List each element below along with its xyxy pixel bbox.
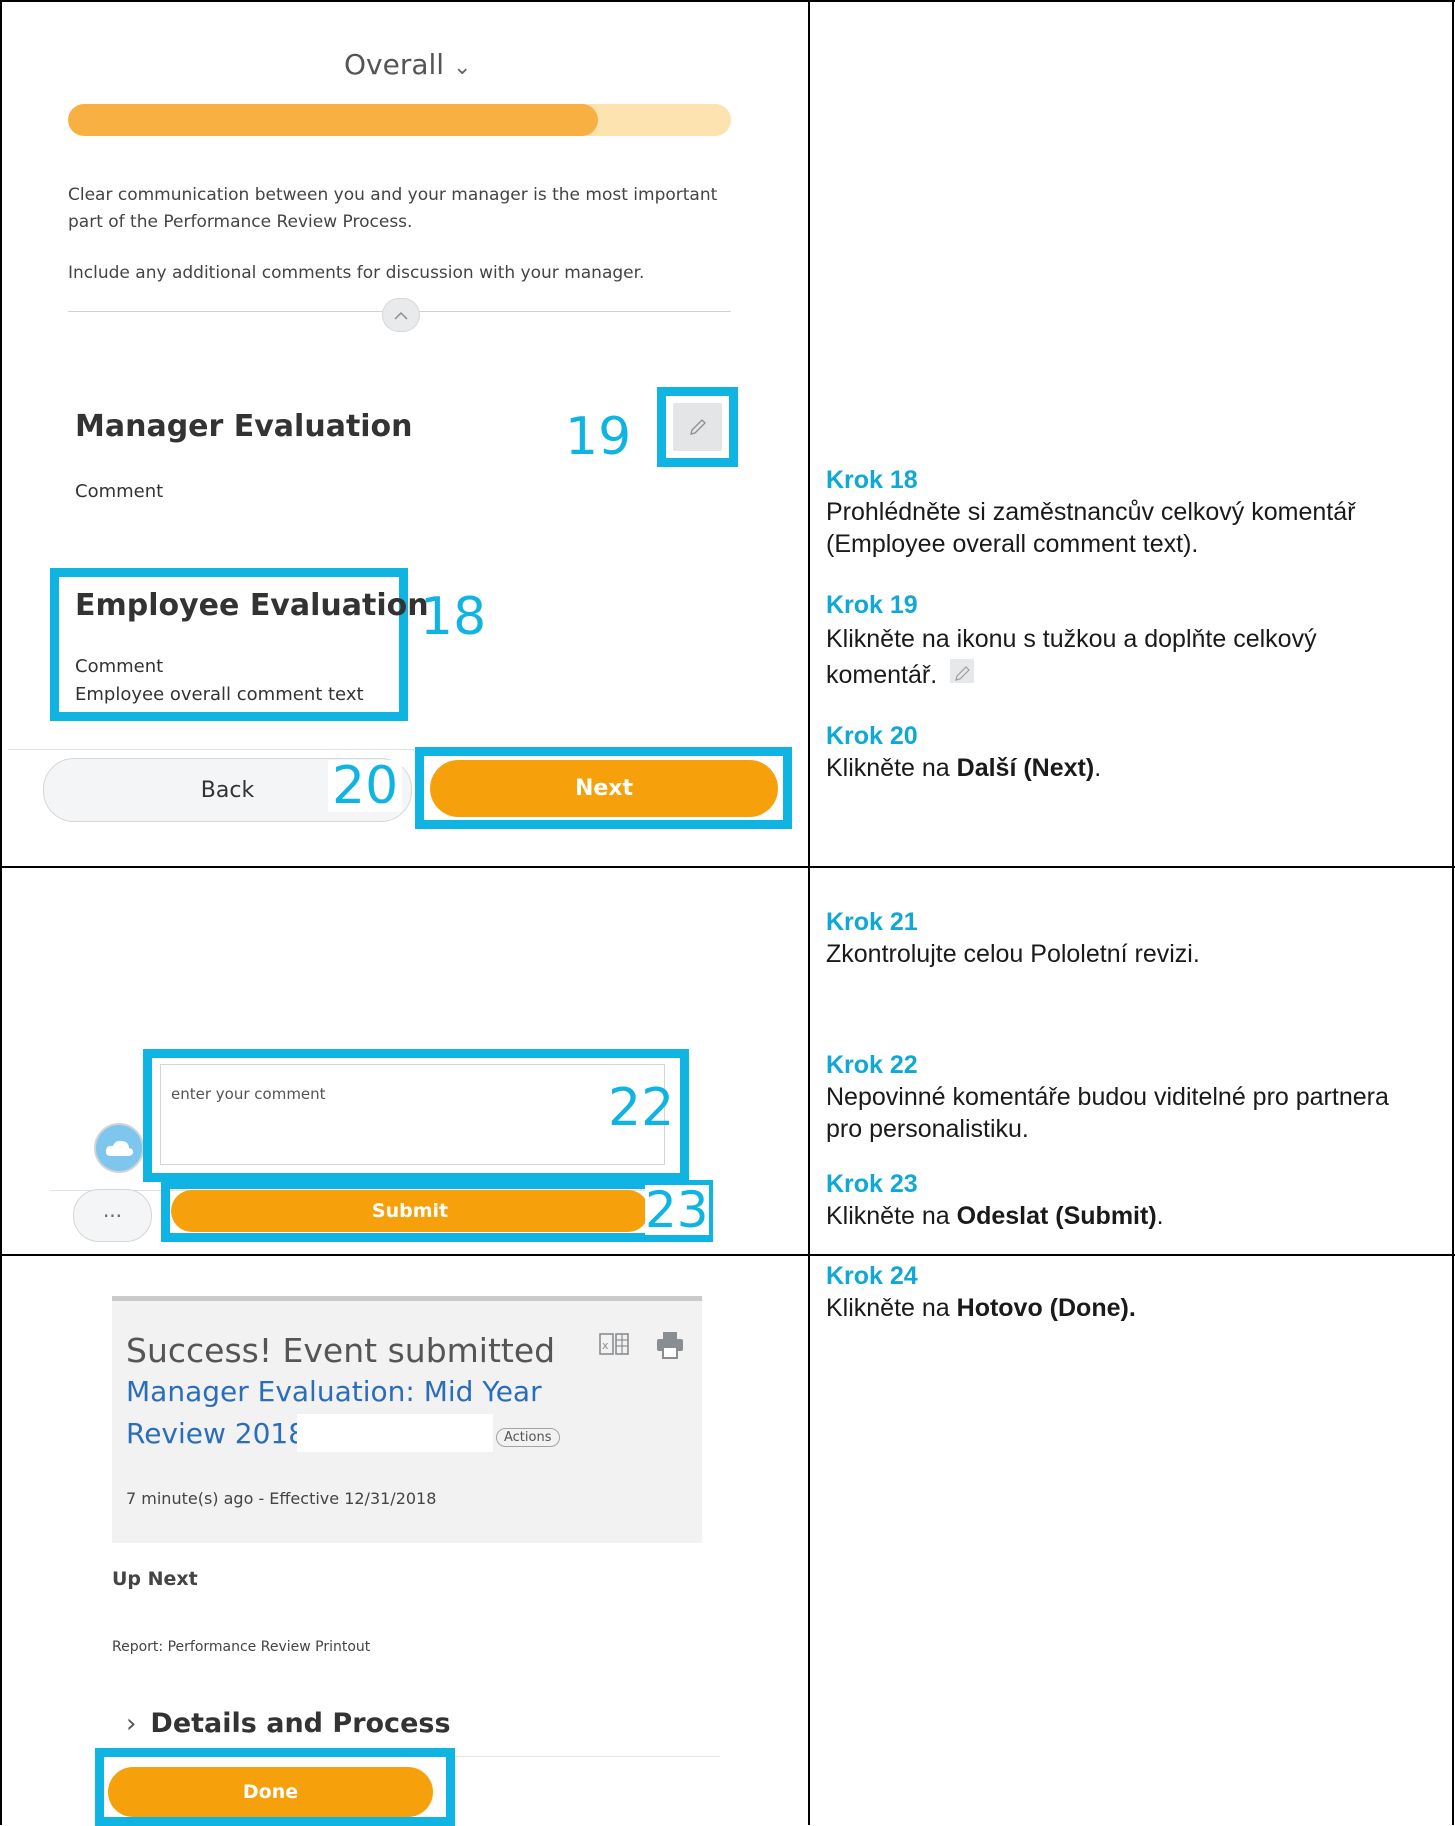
overall-dropdown[interactable]: Overall ⌄ — [344, 48, 471, 81]
table-border-left — [0, 0, 2, 1825]
pencil-icon — [950, 659, 975, 683]
step-24-instructions: Krok 24 Klikněte na Hotovo (Done). — [826, 1260, 1426, 1324]
overall-progress-fill — [68, 104, 599, 136]
intro-text-secondary: Include any additional comments for disc… — [68, 263, 645, 283]
success-title: Success! Event submitted — [126, 1331, 556, 1370]
details-label: Details and Process — [150, 1708, 451, 1739]
edit-pencil-button[interactable] — [673, 403, 722, 451]
step-24-title: Krok 24 — [826, 1262, 918, 1290]
done-button[interactable]: Done — [108, 1767, 433, 1817]
chevron-up-icon — [394, 311, 408, 320]
step-22-instructions: Krok 22 Nepovinné komentáře budou vidite… — [826, 1049, 1426, 1145]
print-icon[interactable] — [655, 1330, 685, 1360]
details-and-process-toggle[interactable]: › Details and Process — [126, 1708, 451, 1739]
comment-input[interactable]: enter your comment — [160, 1064, 665, 1165]
table-border-top — [0, 0, 1455, 2]
step-18-instructions: Krok 18 Prohlédněte si zaměstnancův celk… — [826, 464, 1426, 560]
pencil-icon — [689, 419, 706, 435]
step-21-title: Krok 21 — [826, 908, 918, 936]
step-number-23: 23 — [645, 1181, 709, 1239]
manager-evaluation-title: Manager Evaluation — [75, 409, 413, 444]
report-label[interactable]: Report: Performance Review Printout — [112, 1639, 370, 1655]
table-row-divider-2 — [0, 1254, 1455, 1256]
step-number-22: 22 — [608, 1078, 675, 1138]
avatar — [94, 1123, 144, 1173]
chevron-right-icon: › — [126, 1709, 137, 1739]
step-23-title: Krok 23 — [826, 1170, 918, 1198]
step-18-title: Krok 18 — [826, 466, 918, 494]
cloud-icon — [105, 1140, 134, 1156]
step-18-text: Prohlédněte si zaměstnancův celkový kome… — [826, 498, 1356, 558]
overall-label: Overall — [344, 48, 445, 81]
step-20-text: Klikněte na Další (Next). — [826, 754, 1102, 782]
step-19-text: Klikněte na ikonu s tužkou a doplňte cel… — [826, 625, 1317, 689]
step-number-20: 20 — [328, 760, 403, 812]
manager-comment-label: Comment — [75, 481, 164, 502]
step-24-text: Klikněte na Hotovo (Done). — [826, 1294, 1136, 1322]
step-21-instructions: Krok 21 Zkontrolujte celou Pololetní rev… — [826, 906, 1426, 970]
more-options-button[interactable]: ··· — [73, 1189, 152, 1242]
step-20-instructions: Krok 20 Klikněte na Další (Next). — [826, 720, 1426, 784]
employee-evaluation-title: Employee Evaluation — [75, 588, 429, 623]
table-column-divider — [808, 0, 810, 1825]
redacted-name-field — [297, 1414, 493, 1452]
next-button[interactable]: Next — [430, 760, 778, 817]
step-23-text: Klikněte na Odeslat (Submit). — [826, 1202, 1164, 1230]
collapse-button[interactable] — [382, 298, 420, 332]
event-link-line1[interactable]: Manager Evaluation: Mid Year — [126, 1375, 542, 1408]
chevron-down-icon: ⌄ — [452, 55, 472, 80]
step-number-19: 19 — [565, 407, 632, 467]
step-22-title: Krok 22 — [826, 1051, 918, 1079]
table-row-divider-1 — [0, 866, 1455, 868]
up-next-label: Up Next — [112, 1568, 198, 1590]
step-19-text-wrapper: Klikněte na ikonu s tužkou a doplňte cel… — [826, 621, 1426, 693]
employee-comment-text: Employee overall comment text — [75, 684, 364, 705]
step-number-18: 18 — [420, 587, 487, 647]
event-link-line2[interactable]: Review 2018: — [126, 1417, 316, 1450]
overall-progress-track — [68, 104, 731, 136]
table-border-right — [1452, 0, 1454, 1825]
step-19-title: Krok 19 — [826, 591, 918, 619]
event-timestamp: 7 minute(s) ago - Effective 12/31/2018 — [126, 1489, 437, 1508]
excel-export-icon[interactable]: x — [598, 1331, 630, 1359]
step-21-text: Zkontrolujte celou Pololetní revizi. — [826, 940, 1200, 968]
step-22-text: Nepovinné komentáře budou viditelné pro … — [826, 1083, 1389, 1143]
intro-text: Clear communication between you and your… — [68, 185, 718, 232]
actions-button[interactable]: Actions — [496, 1428, 560, 1447]
step-19-instructions: Krok 19 Klikněte na ikonu s tužkou a dop… — [826, 589, 1426, 693]
submit-button[interactable]: Submit — [171, 1190, 649, 1232]
step-20-title: Krok 20 — [826, 722, 918, 750]
employee-comment-label: Comment — [75, 656, 164, 677]
svg-text:x: x — [602, 1339, 609, 1352]
step-23-instructions: Krok 23 Klikněte na Odeslat (Submit). — [826, 1168, 1426, 1232]
